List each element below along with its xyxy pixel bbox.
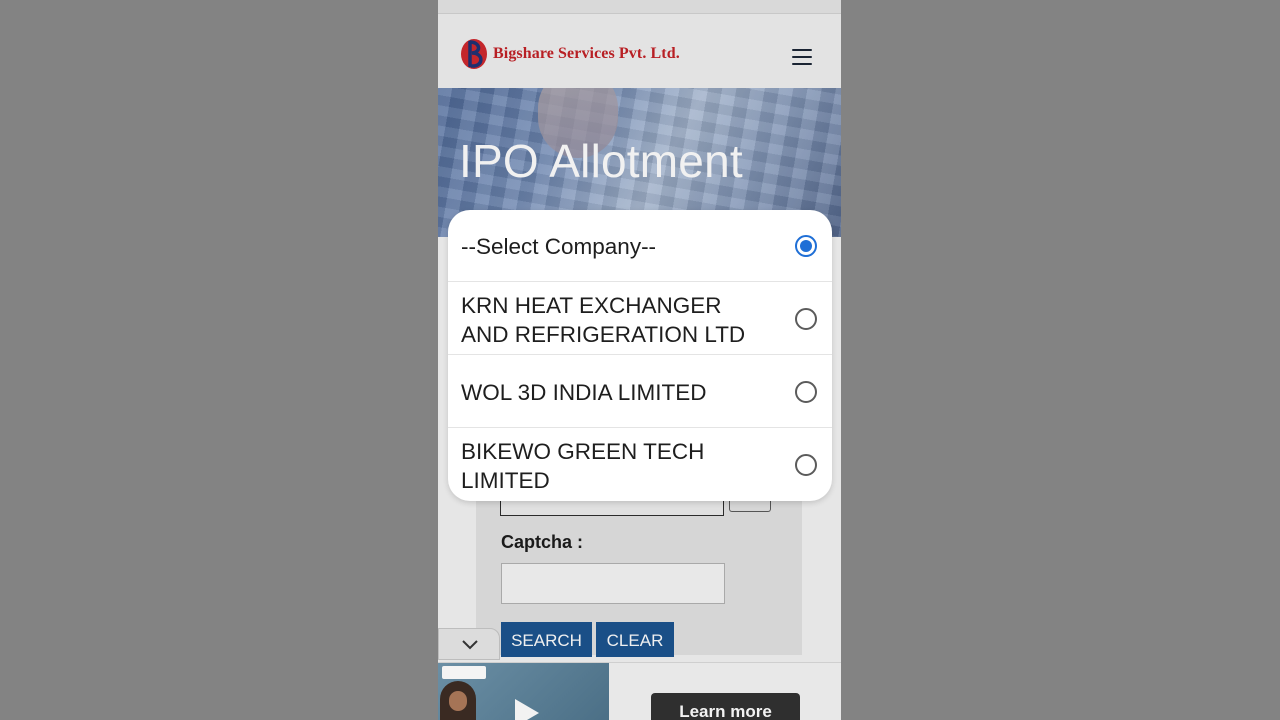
- page-title: IPO Allotment: [459, 135, 743, 187]
- ad-collapse-button[interactable]: [438, 628, 500, 660]
- bigshare-logo-icon[interactable]: [460, 35, 490, 71]
- radio-unselected-icon[interactable]: [795, 308, 817, 330]
- radio-unselected-icon[interactable]: [795, 381, 817, 403]
- radio-unselected-icon[interactable]: [795, 454, 817, 476]
- captcha-label: Captcha :: [501, 532, 584, 552]
- select-company-dialog: --Select Company-- KRN HEAT EXCHANGER AN…: [448, 210, 832, 501]
- backdrop-left: [0, 0, 438, 720]
- play-icon[interactable]: [515, 699, 539, 720]
- option-bikewo-green-tech[interactable]: BIKEWO GREEN TECH LIMITED: [448, 429, 832, 501]
- learn-more-button[interactable]: Learn more: [651, 693, 800, 720]
- captcha-input[interactable]: [501, 563, 725, 604]
- option-label: KRN HEAT EXCHANGER AND REFRIGERATION LTD: [461, 293, 746, 347]
- clear-button[interactable]: CLEAR: [596, 622, 674, 657]
- option-label: WOL 3D INDIA LIMITED: [461, 380, 707, 405]
- ad-person-image: [440, 681, 476, 720]
- radio-selected-icon[interactable]: [795, 235, 817, 257]
- ad-banner: Learn more: [438, 662, 841, 720]
- ad-brand-badge: [442, 666, 486, 679]
- option-label: --Select Company--: [461, 234, 657, 259]
- option-label: BIKEWO GREEN TECH LIMITED: [461, 439, 705, 493]
- backdrop-right: [841, 0, 1280, 720]
- option-krn-heat-exchanger[interactable]: KRN HEAT EXCHANGER AND REFRIGERATION LTD: [448, 283, 832, 355]
- site-header: Bigshare Services Pvt. Ltd.: [438, 14, 841, 88]
- search-button[interactable]: SEARCH: [501, 622, 592, 657]
- browser-top-bar: [438, 0, 841, 14]
- hamburger-menu-icon[interactable]: [790, 46, 814, 68]
- option-wol-3d-india[interactable]: WOL 3D INDIA LIMITED: [448, 356, 832, 428]
- ad-video-thumbnail[interactable]: [438, 663, 609, 720]
- option-select-company[interactable]: --Select Company--: [448, 210, 832, 282]
- chevron-down-icon: [462, 640, 478, 650]
- company-name[interactable]: Bigshare Services Pvt. Ltd.: [493, 45, 680, 63]
